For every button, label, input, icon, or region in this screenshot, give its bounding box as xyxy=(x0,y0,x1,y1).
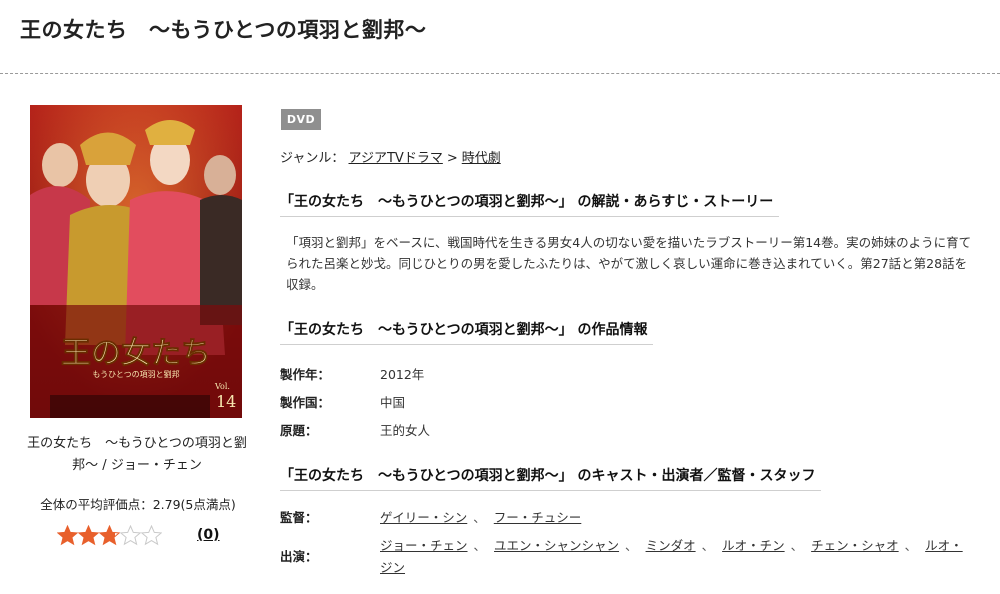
director-links: ゲイリー・シン、フー・チュシー xyxy=(380,507,970,529)
star-shape xyxy=(99,525,120,546)
dvd-cover-image[interactable]: 王の女たち もうひとつの項羽と劉邦 Vol. 14 xyxy=(30,105,242,418)
director-label: 監督： xyxy=(280,510,318,525)
list-separator: 、 xyxy=(473,510,486,525)
list-separator: 、 xyxy=(701,538,715,553)
cover-volume-prefix: Vol. xyxy=(214,382,230,391)
cast-link[interactable]: ユエン・シャンシャン xyxy=(494,538,619,553)
cast-link[interactable]: ルオ・チン xyxy=(722,538,785,553)
star-shape xyxy=(141,525,162,546)
page-title: 王の女たち 〜もうひとつの項羽と劉邦〜 xyxy=(20,18,427,42)
cast-label: 出演： xyxy=(280,549,318,564)
cast-link[interactable]: ミンダオ xyxy=(646,538,696,553)
info-row-year: 製作年： 2012年 xyxy=(280,359,430,387)
info-row-country: 製作国： 中国 xyxy=(280,387,430,415)
work-info-heading: 「王の女たち 〜もうひとつの項羽と劉邦〜」 の作品情報 xyxy=(280,319,654,345)
cast-row: 出演： ジョー・チェン、ユエン・シャンシャン、ミンダオ、ルオ・チン、チェン・シャ… xyxy=(280,535,990,579)
list-separator: 、 xyxy=(473,538,487,553)
cast-link[interactable]: ジョー・チェン xyxy=(380,538,468,553)
cast-staff-list: 監督： ゲイリー・シン、フー・チュシー 出演： ジョー・チェン、ユエン・シャンシ… xyxy=(280,507,990,585)
info-value: 王的女人 xyxy=(380,422,431,438)
title-divider xyxy=(0,73,1000,74)
list-separator: 、 xyxy=(625,538,638,553)
review-count-link[interactable]: (0) xyxy=(197,527,220,543)
genre-breadcrumb: ジャンル： アジアTVドラマ > 時代劇 xyxy=(280,147,501,166)
cover-subtitle: もうひとつの項羽と劉邦 xyxy=(92,369,179,379)
rating-stars xyxy=(57,525,162,546)
genre-link-period-drama[interactable]: 時代劇 xyxy=(462,151,501,166)
star-shape xyxy=(57,525,78,546)
star-shape xyxy=(78,525,99,546)
star-icon xyxy=(78,525,99,546)
info-label: 原題： xyxy=(280,422,318,438)
genre-link-asian-tv-drama[interactable]: アジアTVドラマ xyxy=(349,151,443,166)
item-caption: 王の女たち 〜もうひとつの項羽と劉邦〜 / ジョー・チェン xyxy=(27,436,247,473)
cast-staff-heading: 「王の女たち 〜もうひとつの項羽と劉邦〜」 のキャスト・出演者／監督・スタッフ xyxy=(280,465,822,491)
director-row: 監督： ゲイリー・シン、フー・チュシー xyxy=(280,507,990,529)
star-icon xyxy=(141,525,162,546)
dvd-badge: DVD xyxy=(281,109,321,130)
cast-link[interactable]: チェン・シャオ xyxy=(811,538,899,553)
info-row-original-title: 原題： 王的女人 xyxy=(280,415,430,443)
work-info-table: 製作年： 2012年 製作国： 中国 原題： 王的女人 xyxy=(280,359,430,443)
average-rating-text: 全体の平均評価点：2.79(5点満点) xyxy=(40,497,236,512)
info-label: 製作年： xyxy=(280,366,331,382)
info-label: 製作国： xyxy=(280,394,331,410)
genre-label: ジャンル： xyxy=(280,151,345,166)
director-link[interactable]: ゲイリー・シン xyxy=(380,510,467,525)
star-icon xyxy=(99,525,120,546)
cover-volume: 14 xyxy=(216,392,236,411)
synopsis-text: 「項羽と劉邦」をベースに、戦国時代を生きる男女4人の切ない愛を描いたラブストーリ… xyxy=(286,235,972,292)
synopsis-heading: 「王の女たち 〜もうひとつの項羽と劉邦〜」 の解説・あらすじ・ストーリー xyxy=(280,191,780,217)
cover-title: 王の女たち xyxy=(61,336,211,371)
cast-links: ジョー・チェン、ユエン・シャンシャン、ミンダオ、ルオ・チン、チェン・シャオ、ルオ… xyxy=(380,535,970,579)
star-icon xyxy=(57,525,78,546)
genre-separator: > xyxy=(446,151,458,166)
star-shape xyxy=(120,525,141,546)
director-link[interactable]: フー・チュシー xyxy=(494,510,582,525)
list-separator: 、 xyxy=(790,538,804,553)
info-value: 2012年 xyxy=(380,366,425,382)
star-icon xyxy=(120,525,141,546)
info-value: 中国 xyxy=(380,394,406,410)
list-separator: 、 xyxy=(904,538,918,553)
